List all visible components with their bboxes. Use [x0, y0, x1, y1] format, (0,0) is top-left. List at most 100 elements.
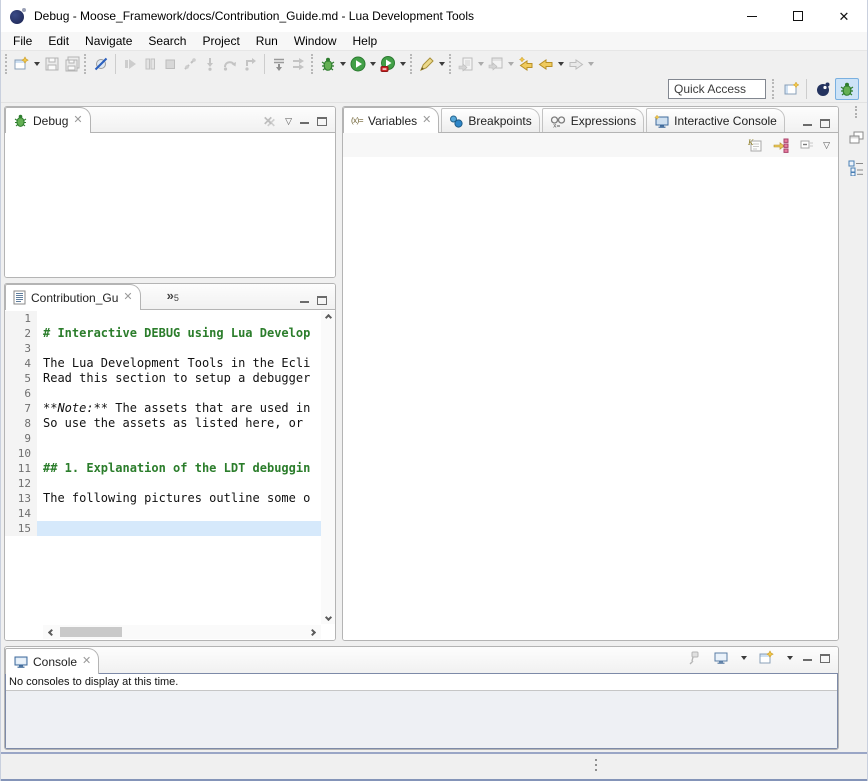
skip-all-breakpoints-button[interactable]: [91, 53, 111, 75]
editor-line[interactable]: 8So use the assets as listed here, or: [5, 416, 321, 431]
toolbar-drag-handle[interactable]: [449, 54, 453, 74]
disconnect-button[interactable]: [180, 53, 200, 75]
open-perspective-button[interactable]: [782, 78, 802, 100]
maximize-view-icon[interactable]: [317, 117, 327, 126]
maximize-window-button[interactable]: [775, 0, 821, 32]
suspend-button[interactable]: [140, 53, 160, 75]
close-tab-icon[interactable]: ✕: [422, 115, 431, 126]
editor-line[interactable]: 10: [5, 446, 321, 461]
editor-line[interactable]: 1: [5, 311, 321, 326]
launch-shortcut-1-dropdown[interactable]: [478, 62, 484, 66]
tab-interactive-console[interactable]: Interactive Console: [646, 108, 785, 132]
menu-run[interactable]: Run: [248, 33, 286, 49]
step-return-button[interactable]: [240, 53, 260, 75]
back-dropdown[interactable]: [558, 62, 564, 66]
maximize-view-icon[interactable]: [820, 654, 830, 663]
close-window-button[interactable]: ✕: [821, 0, 867, 32]
launch-shortcut-1-button[interactable]: [456, 53, 476, 75]
show-type-names-button[interactable]: K: [745, 134, 765, 156]
open-console-button[interactable]: [757, 647, 777, 669]
drop-to-frame-button[interactable]: [269, 53, 289, 75]
statusbar-drag-handle[interactable]: [595, 759, 597, 761]
view-menu-icon[interactable]: ▽: [823, 141, 830, 150]
editor-current-line[interactable]: 15: [5, 521, 321, 536]
variables-content[interactable]: [343, 157, 838, 640]
step-over-button[interactable]: [220, 53, 240, 75]
strip-drag-handle[interactable]: [855, 106, 857, 118]
minimize-window-button[interactable]: [729, 0, 775, 32]
display-selected-console-button[interactable]: [711, 647, 731, 669]
menu-window[interactable]: Window: [286, 33, 345, 49]
toolbar-drag-handle[interactable]: [410, 54, 414, 74]
tab-breakpoints[interactable]: Breakpoints: [441, 108, 539, 132]
tab-debug[interactable]: Debug ✕: [5, 107, 91, 133]
remove-all-terminated-icon[interactable]: ✕: [263, 114, 273, 128]
minimize-view-icon[interactable]: [300, 301, 309, 304]
outline-view-button[interactable]: [846, 158, 866, 178]
editor-line[interactable]: 9: [5, 431, 321, 446]
new-wizard-button[interactable]: [12, 53, 32, 75]
view-menu-icon[interactable]: ▽: [285, 117, 292, 126]
menu-help[interactable]: Help: [345, 33, 386, 49]
quick-access-input[interactable]: [668, 79, 766, 99]
lua-perspective-button[interactable]: [811, 78, 835, 100]
last-edit-location-button[interactable]: [516, 53, 536, 75]
show-logical-structure-button[interactable]: [771, 134, 791, 156]
editor-horizontal-scrollbar[interactable]: [43, 625, 321, 639]
restore-view-button[interactable]: [846, 128, 866, 148]
minimize-view-icon[interactable]: [803, 124, 812, 127]
debug-perspective-button[interactable]: [835, 78, 859, 100]
collapse-all-button[interactable]: [797, 134, 817, 156]
menu-project[interactable]: Project: [194, 33, 247, 49]
scroll-down-icon[interactable]: [324, 614, 331, 621]
scroll-left-icon[interactable]: [48, 628, 55, 635]
toolbar-drag-handle[interactable]: [84, 54, 88, 74]
scroll-right-icon[interactable]: [309, 628, 316, 635]
debug-button[interactable]: [318, 53, 338, 75]
use-step-filters-button[interactable]: [289, 53, 309, 75]
editor-line[interactable]: 5Read this section to setup a debugger: [5, 371, 321, 386]
step-into-button[interactable]: [200, 53, 220, 75]
editor-line[interactable]: 11## 1. Explanation of the LDT debuggin: [5, 461, 321, 476]
resume-button[interactable]: [120, 53, 140, 75]
editor-line[interactable]: 7**Note:** The assets that are used in: [5, 401, 321, 416]
editor-line[interactable]: 3: [5, 341, 321, 356]
editor-line[interactable]: 6: [5, 386, 321, 401]
editor-line[interactable]: 12: [5, 476, 321, 491]
tab-variables[interactable]: (x)= Variables ✕: [343, 107, 439, 133]
close-tab-icon[interactable]: ✕: [73, 115, 82, 126]
tab-console[interactable]: Console ✕: [5, 648, 99, 674]
external-tools-dropdown[interactable]: [439, 62, 445, 66]
open-console-dropdown[interactable]: [787, 656, 793, 660]
toolbar-drag-handle[interactable]: [311, 54, 315, 74]
editor-text-area[interactable]: 1 2# Interactive DEBUG using Lua Develop…: [5, 311, 321, 624]
pin-console-button[interactable]: [683, 647, 703, 669]
scroll-up-icon[interactable]: [324, 314, 331, 321]
editor-line[interactable]: 4The Lua Development Tools in the Ecli: [5, 356, 321, 371]
menu-search[interactable]: Search: [140, 33, 194, 49]
display-selected-console-dropdown[interactable]: [741, 656, 747, 660]
run-button[interactable]: [348, 53, 368, 75]
save-button[interactable]: [42, 53, 62, 75]
coverage-button[interactable]: [378, 53, 398, 75]
close-tab-icon[interactable]: ✕: [82, 656, 91, 667]
maximize-view-icon[interactable]: [317, 296, 327, 305]
console-content[interactable]: No consoles to display at this time.: [5, 673, 838, 749]
editor-line[interactable]: 2# Interactive DEBUG using Lua Develop: [5, 326, 321, 341]
menu-edit[interactable]: Edit: [40, 33, 77, 49]
menu-file[interactable]: File: [5, 33, 40, 49]
toolbar-drag-handle[interactable]: [5, 54, 9, 74]
launch-shortcut-2-button[interactable]: [486, 53, 506, 75]
toolbar-drag-handle[interactable]: [772, 79, 776, 99]
close-tab-icon[interactable]: ✕: [123, 292, 132, 303]
run-dropdown[interactable]: [370, 62, 376, 66]
editor-line[interactable]: 14: [5, 506, 321, 521]
minimize-view-icon[interactable]: [300, 122, 309, 125]
debug-dropdown[interactable]: [340, 62, 346, 66]
terminate-button[interactable]: [160, 53, 180, 75]
editor-vertical-scrollbar[interactable]: [321, 311, 335, 624]
minimize-view-icon[interactable]: [803, 659, 812, 662]
tab-expressions[interactable]: x= Expressions: [542, 108, 644, 132]
coverage-dropdown[interactable]: [400, 62, 406, 66]
hidden-editors-chevron[interactable]: » 5: [167, 287, 179, 309]
